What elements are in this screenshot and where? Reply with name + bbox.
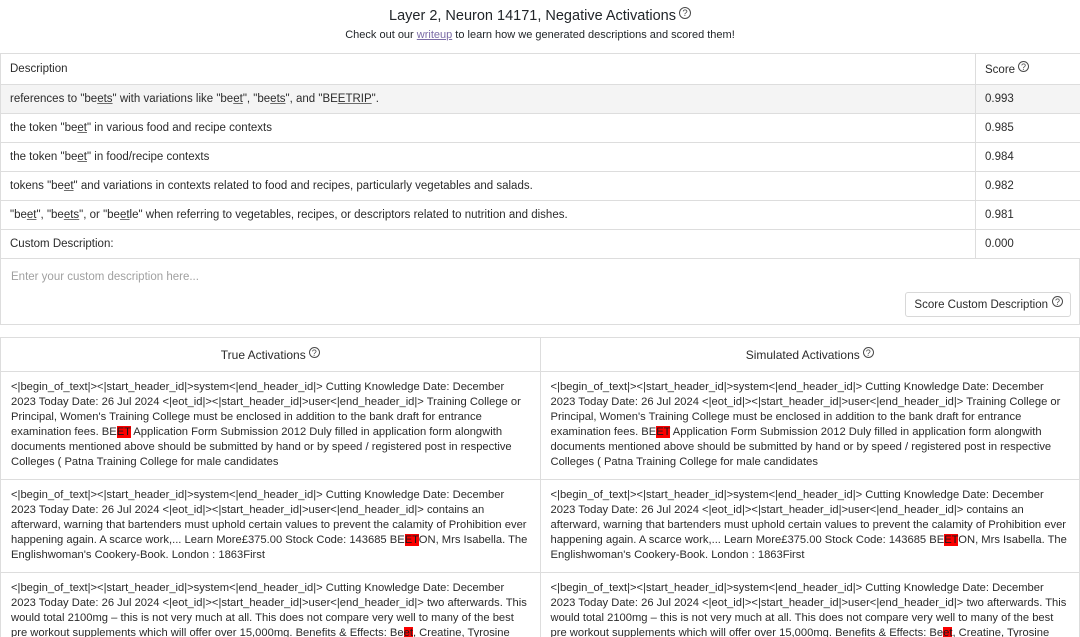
description-cell: the token "beet" in various food and rec… [1,114,976,143]
activation-highlight: ET [405,534,419,546]
token-underline: ETRIP [338,93,372,105]
score-custom-description-button[interactable]: Score Custom Description [905,292,1071,317]
simulated-activations-help-icon[interactable] [863,347,874,358]
true-activations-help-icon[interactable] [309,347,320,358]
page-title-text: Layer 2, Neuron 14171, Negative Activati… [389,8,676,24]
score-cell: 0.000 [976,230,1080,259]
token-underline: et [233,93,243,105]
score-custom-description-label: Score Custom Description [914,299,1048,311]
table-row: "beet", "beets", or "beetle" when referr… [1,201,1080,230]
description-table-body: references to "beets" with variations li… [1,85,1080,259]
column-header-score: Score [976,54,1080,85]
token-underline: et [64,180,74,192]
token-underline: ets [97,93,112,105]
table-row: <|begin_of_text|><|start_header_id|>syst… [1,573,1080,637]
simulated-activation-cell: <|begin_of_text|><|start_header_id|>syst… [540,372,1080,480]
column-header-description: Description [1,54,976,85]
description-cell: tokens "beet" and variations in contexts… [1,172,976,201]
token-underline: ets [270,93,285,105]
column-header-simulated-activations: Simulated Activations [540,338,1080,372]
description-table-header-row: Description Score [1,54,1080,85]
token-underline: et [77,122,87,134]
subtitle-suffix: to learn how we generated descriptions a… [452,29,735,41]
activations-scroll-region[interactable]: True Activations Simulated Activations <… [0,337,1080,637]
description-cell: references to "beets" with variations li… [1,85,976,114]
simulated-activation-cell: <|begin_of_text|><|start_header_id|>syst… [540,480,1080,573]
activations-table-body: <|begin_of_text|><|start_header_id|>syst… [1,372,1080,637]
token-underline: et [27,209,37,221]
custom-description-input[interactable] [1,259,1079,283]
true-activation-cell: <|begin_of_text|><|start_header_id|>syst… [1,480,541,573]
score-cell: 0.993 [976,85,1080,114]
token-underline: ets [64,209,79,221]
custom-description-panel: Score Custom Description [0,259,1080,325]
token-underline: et [77,151,87,163]
column-header-true-activations: True Activations [1,338,541,372]
subtitle-prefix: Check out our [345,29,417,41]
description-cell: "beet", "beets", or "beetle" when referr… [1,201,976,230]
score-cell: 0.982 [976,172,1080,201]
page-subtitle: Check out our writeup to learn how we ge… [0,28,1080,42]
score-cell: 0.981 [976,201,1080,230]
token-underline: et [120,209,130,221]
table-row: references to "beets" with variations li… [1,85,1080,114]
activation-highlight: et [943,627,952,637]
table-row: <|begin_of_text|><|start_header_id|>syst… [1,480,1080,573]
table-row-custom-description: Custom Description: 0.000 [1,230,1080,259]
description-table: Description Score references to "beets" … [0,53,1080,259]
score-custom-help-icon[interactable] [1052,296,1063,307]
page-title: Layer 2, Neuron 14171, Negative Activati… [389,6,691,26]
table-row: the token "beet" in food/recipe contexts… [1,143,1080,172]
activations-header-row: True Activations Simulated Activations [1,338,1080,372]
activation-highlight: ET [944,534,958,546]
true-activation-cell: <|begin_of_text|><|start_header_id|>syst… [1,372,541,480]
column-header-score-label: Score [985,64,1015,76]
activations-table: True Activations Simulated Activations <… [0,337,1080,637]
table-row: tokens "beet" and variations in contexts… [1,172,1080,201]
title-help-icon[interactable] [679,7,691,19]
score-cell: 0.985 [976,114,1080,143]
table-row: <|begin_of_text|><|start_header_id|>syst… [1,372,1080,480]
activation-highlight: ET [656,426,670,438]
score-help-icon[interactable] [1018,61,1029,72]
activation-highlight: ET [117,426,131,438]
column-header-true-activations-label: True Activations [221,348,306,362]
column-header-simulated-activations-label: Simulated Activations [746,348,860,362]
true-activation-cell: <|begin_of_text|><|start_header_id|>syst… [1,573,541,637]
score-cell: 0.984 [976,143,1080,172]
activation-highlight: et [404,627,413,637]
description-cell: the token "beet" in food/recipe contexts [1,143,976,172]
table-row: the token "beet" in various food and rec… [1,114,1080,143]
simulated-activation-cell: <|begin_of_text|><|start_header_id|>syst… [540,573,1080,637]
writeup-link[interactable]: writeup [417,29,452,41]
custom-description-label: Custom Description: [1,230,976,259]
page-header: Layer 2, Neuron 14171, Negative Activati… [0,0,1080,44]
